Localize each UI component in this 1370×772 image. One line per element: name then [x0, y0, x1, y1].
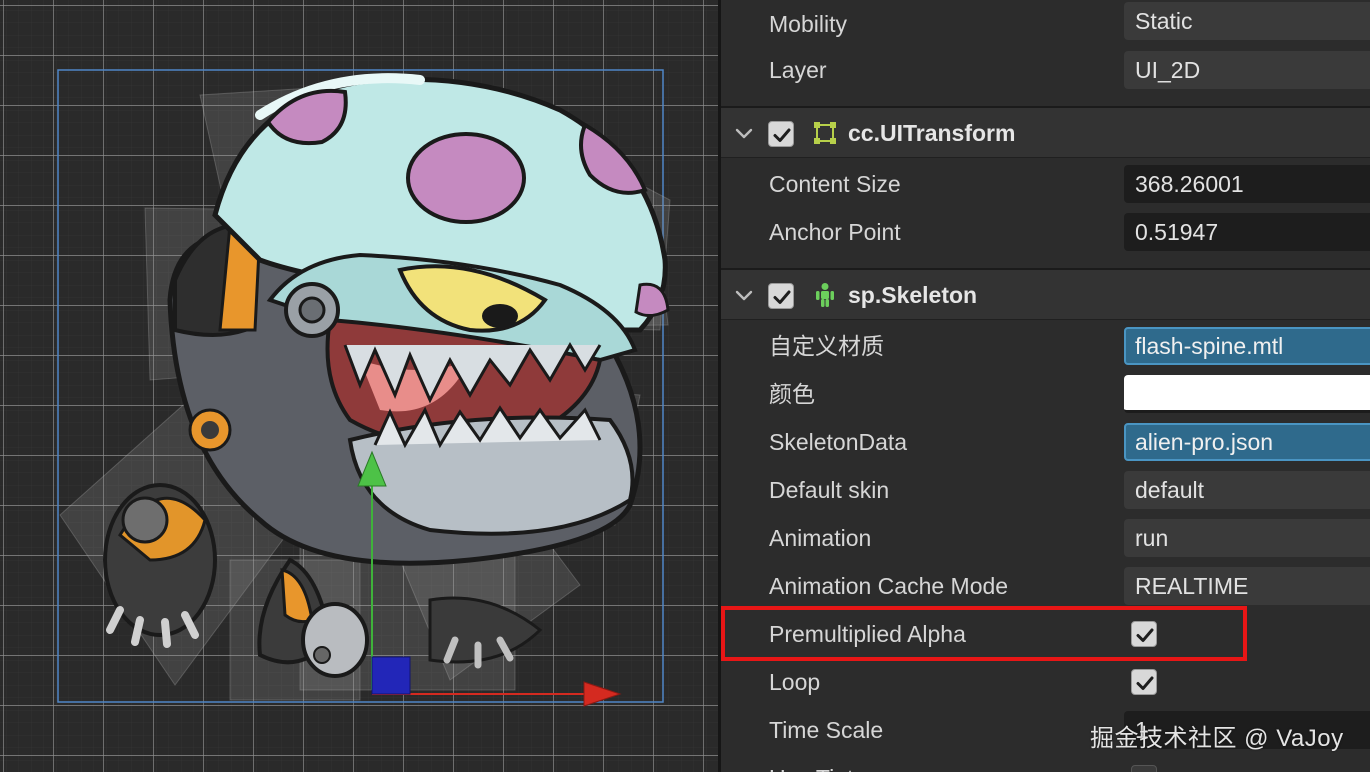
content-size-label: Content Size [769, 171, 901, 197]
custom-material-label: 自定义材质 [769, 333, 884, 359]
use-tint-label: Use Tint [769, 754, 853, 772]
chevron-down-icon[interactable] [733, 122, 755, 144]
anchor-point-label: Anchor Point [769, 219, 901, 245]
color-swatch[interactable] [1124, 375, 1370, 413]
inspector-panel: Mobility Static Layer UI_2D cc.UITransfo… [721, 0, 1370, 772]
premultiplied-alpha-checkbox[interactable] [1131, 621, 1157, 647]
content-size-row: Content Size 368.26001 [721, 160, 1370, 208]
use-tint-checkbox[interactable] [1131, 765, 1157, 772]
skeleton-section-header[interactable]: sp.Skeleton [721, 268, 1370, 320]
animation-row: Animation run [721, 514, 1370, 562]
premultiplied-alpha-row: Premultiplied Alpha [721, 610, 1370, 658]
checkmark-icon [1136, 628, 1154, 642]
use-tint-row: Use Tint [721, 754, 1370, 772]
mobility-row: Mobility Static [721, 0, 1370, 48]
checkmark-icon [773, 290, 791, 304]
default-skin-row: Default skin default [721, 466, 1370, 514]
layer-select[interactable]: UI_2D [1124, 51, 1370, 89]
color-row: 颜色 [721, 370, 1370, 418]
animation-cache-mode-select[interactable]: REALTIME [1124, 567, 1370, 605]
custom-material-asset-field[interactable]: flash-spine.mtl [1124, 327, 1370, 365]
skeleton-enabled-checkbox[interactable] [768, 283, 794, 309]
scene-canvas [0, 0, 718, 772]
checkmark-icon [1136, 676, 1154, 690]
animation-label: Animation [769, 525, 872, 551]
anchor-point-x-input[interactable]: 0.51947 [1124, 213, 1370, 251]
loop-row: Loop [721, 658, 1370, 706]
watermark-text: 掘金技术社区 @ VaJoy [1090, 725, 1344, 752]
skeleton-data-asset-field[interactable]: alien-pro.json [1124, 423, 1370, 461]
content-size-width-input[interactable]: 368.26001 [1124, 165, 1370, 203]
default-skin-label: Default skin [769, 477, 890, 503]
mobility-select[interactable]: Static [1124, 2, 1370, 40]
gizmo-z-handle [371, 656, 411, 695]
anchor-point-row: Anchor Point 0.51947 [721, 208, 1370, 256]
skeleton-data-row: SkeletonData alien-pro.json [721, 418, 1370, 466]
loop-checkbox[interactable] [1131, 669, 1157, 695]
color-label: 颜色 [769, 381, 815, 407]
uitransform-title: cc.UITransform [848, 120, 1016, 146]
time-scale-label: Time Scale [769, 717, 884, 743]
animation-cache-mode-row: Animation Cache Mode REALTIME [721, 562, 1370, 610]
skeleton-title: sp.Skeleton [848, 282, 978, 308]
chevron-down-icon[interactable] [733, 284, 755, 306]
layer-row: Layer UI_2D [721, 46, 1370, 94]
scene-viewport[interactable] [0, 0, 718, 772]
loop-label: Loop [769, 669, 821, 695]
custom-material-row: 自定义材质 flash-spine.mtl [721, 322, 1370, 370]
skeleton-data-label: SkeletonData [769, 429, 908, 455]
rect-transform-icon [814, 122, 836, 144]
premultiplied-alpha-label: Premultiplied Alpha [769, 621, 966, 647]
default-skin-select[interactable]: default [1124, 471, 1370, 509]
mobility-label: Mobility [769, 11, 847, 37]
layer-label: Layer [769, 57, 827, 83]
checkmark-icon [773, 128, 791, 142]
skeleton-figure-icon [816, 283, 834, 307]
animation-cache-mode-label: Animation Cache Mode [769, 573, 1009, 599]
uitransform-enabled-checkbox[interactable] [768, 121, 794, 147]
uitransform-section-header[interactable]: cc.UITransform [721, 106, 1370, 158]
animation-select[interactable]: run [1124, 519, 1370, 557]
